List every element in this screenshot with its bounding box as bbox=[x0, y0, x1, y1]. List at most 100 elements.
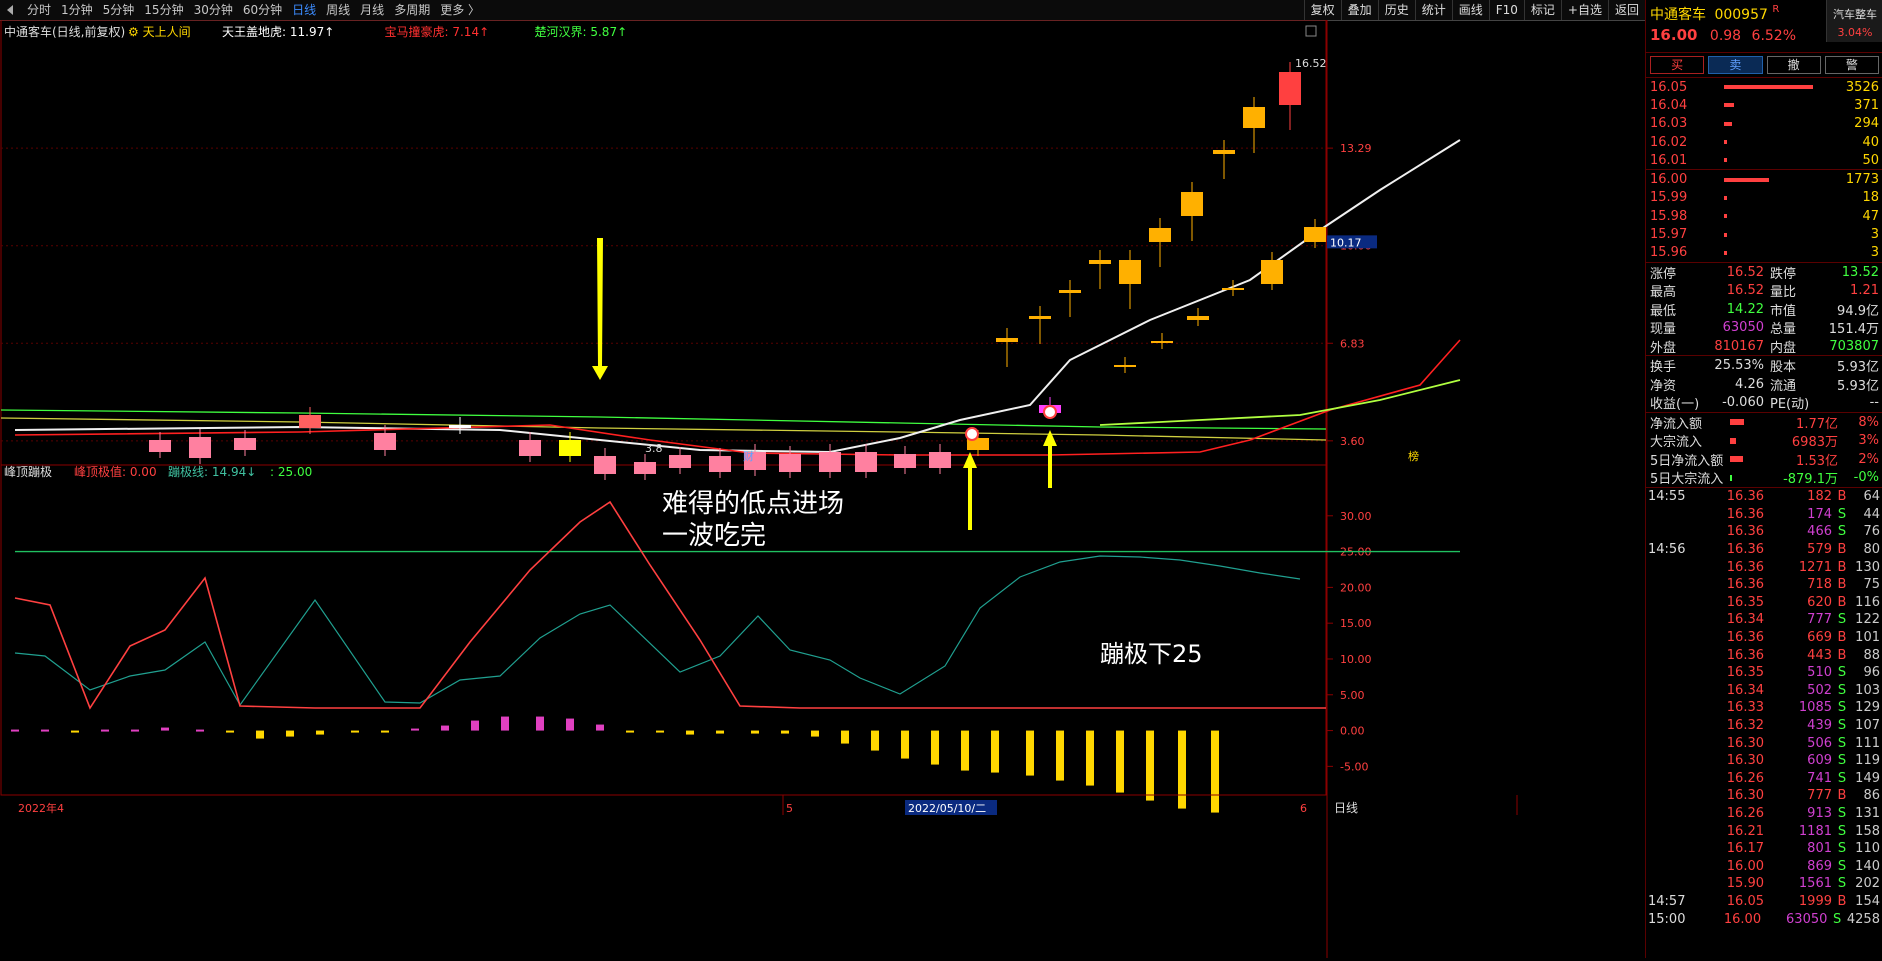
tick-side: B bbox=[1837, 577, 1847, 593]
bid-levels: 16.00 1773 15.99 18 15.98 47 15.97 3 15.96 3 bbox=[1646, 170, 1882, 263]
stat-label: 最高 bbox=[1650, 285, 1677, 301]
flow-pct: 2% bbox=[1858, 451, 1879, 467]
tick-price: 16.00 bbox=[1723, 911, 1762, 927]
buy-signal-icon[interactable] bbox=[1043, 405, 1057, 419]
flow-bar bbox=[1730, 456, 1743, 463]
ask-volume: 3526 bbox=[1845, 79, 1879, 95]
bid-volume: 47 bbox=[1862, 208, 1879, 224]
bid-price: 16.00 bbox=[1650, 172, 1688, 188]
stat-row: 现量 63050 总量 151.4万 bbox=[1646, 318, 1882, 337]
tick-price: 16.33 bbox=[1726, 700, 1764, 716]
tool-button-7[interactable]: +自选 bbox=[1560, 0, 1608, 20]
chart-area[interactable]: 13.2910.066.833.6010.17中通客车(日线,前复权)⚙ 天上人… bbox=[0, 19, 1645, 958]
tick-side: B bbox=[1837, 630, 1847, 646]
alert-button[interactable]: 警 bbox=[1824, 56, 1879, 74]
sector-box[interactable]: 汽车整车 3.04% bbox=[1826, 0, 1882, 42]
tick-volume: 1999 bbox=[1798, 893, 1832, 909]
ask-row: 16.03 294 bbox=[1646, 115, 1882, 133]
candle-body bbox=[1114, 365, 1136, 367]
tick-price: 16.00 bbox=[1726, 858, 1764, 874]
tick-side: B bbox=[1837, 647, 1847, 663]
buy-signal-icon[interactable] bbox=[965, 427, 979, 441]
bungee-line bbox=[14, 555, 1301, 707]
tick-row: 16.36 669 B 101 bbox=[1646, 629, 1882, 647]
ask-volume-bar bbox=[1724, 121, 1732, 126]
sub-axis-label: 20.00 bbox=[1340, 581, 1372, 594]
period-tab-5[interactable]: 60分钟 bbox=[238, 0, 287, 20]
tick-side: B bbox=[1837, 542, 1847, 558]
tick-volume: 609 bbox=[1807, 753, 1832, 769]
indicator-bar bbox=[196, 729, 204, 732]
bid-volume: 1773 bbox=[1845, 172, 1879, 188]
period-tab-0[interactable]: 分时 bbox=[22, 0, 56, 20]
ranking-marker[interactable]: 榜 bbox=[1408, 449, 1419, 463]
sub-indicator-title: 峰顶蹦极 bbox=[4, 465, 52, 479]
stat-label: 量比 bbox=[1770, 285, 1797, 301]
indicator-bar bbox=[316, 730, 324, 735]
period-tab-10[interactable]: 更多 〉 bbox=[435, 0, 485, 20]
ma-green-line bbox=[0, 409, 1327, 430]
panel-close-icon[interactable] bbox=[1305, 25, 1317, 37]
period-tab-1[interactable]: 1分钟 bbox=[56, 0, 98, 20]
stock-name: 中通客车 bbox=[1650, 7, 1706, 23]
indicator-bar bbox=[686, 730, 694, 735]
tick-price: 16.34 bbox=[1726, 682, 1764, 698]
tick-side: S bbox=[1837, 506, 1847, 522]
period-tab-2[interactable]: 5分钟 bbox=[98, 0, 140, 20]
scroll-left-icon[interactable] bbox=[2, 2, 18, 18]
price-change-pct: 6.52% bbox=[1751, 28, 1797, 44]
bid-volume-bar bbox=[1724, 232, 1727, 237]
bid-volume: 3 bbox=[1870, 227, 1879, 243]
sector-name: 汽车整车 bbox=[1833, 8, 1877, 21]
tick-row: 16.36 443 B 88 bbox=[1646, 646, 1882, 664]
tick-volume: 777 bbox=[1807, 788, 1832, 804]
ask-volume: 294 bbox=[1854, 116, 1879, 132]
period-tab-9[interactable]: 多周期 bbox=[389, 0, 435, 20]
tick-count: 110 bbox=[1855, 841, 1880, 857]
period-tab-8[interactable]: 月线 bbox=[355, 0, 389, 20]
tool-button-8[interactable]: 返回 bbox=[1607, 0, 1645, 20]
candle-body bbox=[299, 415, 321, 428]
period-tab-4[interactable]: 30分钟 bbox=[189, 0, 238, 20]
tick-volume: 620 bbox=[1807, 594, 1832, 610]
chart-title: 中通客车(日线,前复权) bbox=[4, 24, 125, 39]
period-tab-7[interactable]: 周线 bbox=[321, 0, 355, 20]
sell-button[interactable]: 卖 bbox=[1708, 56, 1763, 74]
indicator-bar bbox=[1211, 730, 1219, 813]
tick-price: 16.30 bbox=[1726, 753, 1764, 769]
finance-marker[interactable]: 财 bbox=[743, 449, 754, 463]
rights-flag: R bbox=[1772, 4, 1780, 15]
period-tab-6[interactable]: 日线 bbox=[287, 0, 321, 20]
tick-volume: 439 bbox=[1807, 717, 1832, 733]
tick-price: 16.34 bbox=[1726, 612, 1764, 628]
tool-button-6[interactable]: 标记 bbox=[1523, 0, 1561, 20]
date-label-start: 2022年4 bbox=[18, 801, 64, 815]
tool-button-5[interactable]: F10 bbox=[1488, 0, 1524, 20]
cancel-order-button[interactable]: 撤 bbox=[1766, 56, 1821, 74]
tick-side: B bbox=[1837, 559, 1847, 575]
tool-button-0[interactable]: 复权 bbox=[1303, 0, 1341, 20]
tool-button-4[interactable]: 画线 bbox=[1451, 0, 1489, 20]
candle-body bbox=[709, 456, 731, 472]
tool-button-3[interactable]: 统计 bbox=[1414, 0, 1452, 20]
price-axis-label: 3.60 bbox=[1340, 435, 1365, 448]
tick-volume: 777 bbox=[1807, 612, 1832, 628]
period-tab-3[interactable]: 15分钟 bbox=[139, 0, 188, 20]
tick-volume: 869 bbox=[1807, 858, 1832, 874]
candle-body bbox=[819, 452, 841, 472]
trade-buttons: 买 卖 撤 警 bbox=[1646, 53, 1882, 78]
tick-count: 101 bbox=[1855, 630, 1880, 646]
tick-volume: 466 bbox=[1807, 524, 1832, 540]
buy-button[interactable]: 买 bbox=[1650, 56, 1705, 74]
candle-body bbox=[1149, 228, 1171, 242]
stat-value: 16.52 bbox=[1726, 264, 1764, 280]
kline-chart-svg[interactable]: 13.2910.066.833.6010.17中通客车(日线,前复权)⚙ 天上人… bbox=[0, 19, 1645, 958]
tick-count: 122 bbox=[1855, 612, 1880, 628]
tick-volume: 1181 bbox=[1798, 823, 1832, 839]
tool-button-2[interactable]: 历史 bbox=[1377, 0, 1415, 20]
stat-label: 总量 bbox=[1770, 322, 1797, 338]
tool-button-1[interactable]: 叠加 bbox=[1340, 0, 1378, 20]
last-price: 16.00 bbox=[1650, 26, 1698, 44]
tick-side: S bbox=[1837, 770, 1847, 786]
bid-volume: 18 bbox=[1862, 190, 1879, 206]
